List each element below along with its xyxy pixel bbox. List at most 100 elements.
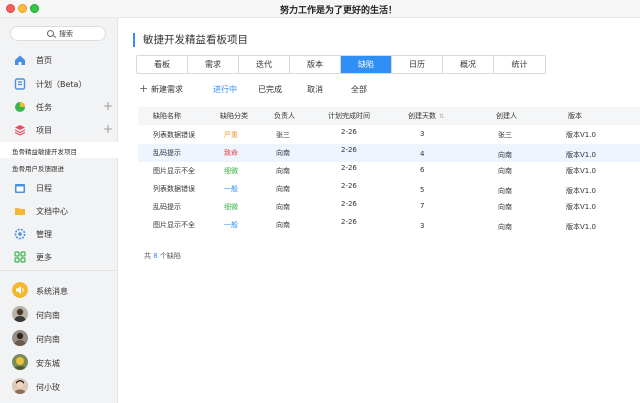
search-label: 搜索 bbox=[59, 30, 73, 38]
defect-owner: 向南 bbox=[276, 167, 290, 175]
plus-icon[interactable]: + bbox=[139, 82, 148, 95]
filter-in-progress[interactable]: 进行中 bbox=[213, 84, 237, 95]
sidebar-item-docs[interactable]: 文档中心 bbox=[0, 202, 118, 220]
tab-kanban[interactable]: 看板 bbox=[137, 56, 188, 73]
contact-name: 安东城 bbox=[36, 359, 60, 368]
defect-owner: 向南 bbox=[276, 203, 290, 211]
sidebar-item-manage[interactable]: 管理 bbox=[0, 225, 118, 243]
table-row[interactable]: 乱码提示 致命 向南 2-26 4 向南 版本V1.0 bbox=[138, 144, 640, 162]
defect-count-prefix: 共 bbox=[144, 252, 151, 260]
defect-version: 版本V1.0 bbox=[566, 187, 596, 195]
tab-calendar[interactable]: 日历 bbox=[392, 56, 443, 73]
contact-name: 何向南 bbox=[36, 311, 60, 320]
contact-item[interactable]: 何向南 bbox=[0, 304, 118, 328]
sidebar-item-label: 日程 bbox=[36, 184, 52, 193]
sidebar-item-project[interactable]: 项目 + bbox=[0, 121, 118, 139]
table-row[interactable]: 图片显示不全 一般 向南 2-26 3 向南 版本V1.0 bbox=[138, 216, 640, 234]
tab-defects[interactable]: 缺陷 bbox=[341, 56, 392, 73]
filter-all[interactable]: 全部 bbox=[351, 84, 367, 95]
sidebar-item-home[interactable]: 首页 bbox=[0, 51, 118, 69]
gear-icon bbox=[14, 228, 26, 240]
contact-item[interactable]: 何小玫 bbox=[0, 376, 118, 400]
defect-days: 6 bbox=[420, 166, 425, 174]
add-task-icon[interactable]: + bbox=[103, 100, 113, 112]
defect-owner: 向南 bbox=[276, 149, 290, 157]
contact-name: 系统消息 bbox=[36, 287, 68, 296]
defect-creator: 向南 bbox=[498, 223, 512, 231]
contact-name: 何小玫 bbox=[36, 383, 60, 392]
sidebar: 搜索 首页 计划（Beta） 任务 + 项目 + 鱼骨精益敏捷开发项目 鱼骨用户… bbox=[0, 18, 118, 403]
sidebar-project-fishbone-agile[interactable]: 鱼骨精益敏捷开发项目 bbox=[0, 142, 118, 158]
tab-iterations[interactable]: 迭代 bbox=[239, 56, 290, 73]
column-header-creator[interactable]: 创建人 bbox=[496, 111, 517, 121]
tab-overview[interactable]: 概况 bbox=[443, 56, 494, 73]
defect-name: 乱码提示 bbox=[153, 203, 181, 211]
defect-days: 4 bbox=[420, 150, 425, 158]
filter-cancelled[interactable]: 取消 bbox=[307, 84, 323, 95]
defect-due: 2-26 bbox=[341, 164, 357, 172]
defect-version: 版本V1.0 bbox=[566, 223, 596, 231]
contact-system-message[interactable]: 系统消息 bbox=[0, 280, 118, 304]
sidebar-item-label: 计划（Beta） bbox=[36, 80, 87, 89]
sidebar-item-task[interactable]: 任务 + bbox=[0, 98, 118, 116]
tab-versions[interactable]: 版本 bbox=[290, 56, 341, 73]
column-header-version[interactable]: 版本 bbox=[568, 111, 582, 121]
defect-name: 乱码提示 bbox=[153, 149, 181, 157]
grid-icon bbox=[14, 251, 26, 263]
new-requirement-button[interactable]: 新建需求 bbox=[151, 84, 183, 95]
avatar bbox=[12, 354, 28, 370]
defect-due: 2-26 bbox=[341, 200, 357, 208]
defect-days: 3 bbox=[420, 130, 425, 138]
defect-creator: 向南 bbox=[498, 187, 512, 195]
avatar bbox=[12, 330, 28, 346]
table-row[interactable]: 列表数据错误 一般 向南 2-26 5 向南 版本V1.0 bbox=[138, 180, 640, 198]
sidebar-item-more[interactable]: 更多 bbox=[0, 248, 118, 266]
column-header-owner[interactable]: 负责人 bbox=[274, 111, 295, 121]
table-row[interactable]: 列表数据错误 严重 张三 2-26 3 张三 版本V1.0 bbox=[138, 126, 640, 144]
avatar bbox=[12, 306, 28, 322]
defect-count-suffix: 个缺陷 bbox=[159, 252, 181, 260]
sidebar-item-plan[interactable]: 计划（Beta） bbox=[0, 75, 118, 93]
defect-category: 一般 bbox=[224, 221, 238, 229]
defect-count: 共 8 个缺陷 bbox=[144, 251, 181, 261]
sidebar-item-label: 项目 bbox=[36, 126, 52, 135]
sort-icon[interactable]: ⇅ bbox=[439, 113, 444, 120]
close-window-button[interactable] bbox=[6, 4, 15, 13]
defect-name: 图片显示不全 bbox=[153, 167, 195, 175]
table-row[interactable]: 图片显示不全 细微 向南 2-26 6 向南 版本V1.0 bbox=[138, 162, 640, 180]
defect-due: 2-26 bbox=[341, 128, 357, 136]
defect-owner: 向南 bbox=[276, 221, 290, 229]
zoom-window-button[interactable] bbox=[30, 4, 39, 13]
filter-completed[interactable]: 已完成 bbox=[258, 84, 282, 95]
tab-statistics[interactable]: 统计 bbox=[494, 56, 545, 73]
sidebar-project-feedback[interactable]: 鱼骨用户反馈跟进 bbox=[0, 159, 118, 175]
add-project-icon[interactable]: + bbox=[103, 123, 113, 135]
defect-category: 细微 bbox=[224, 203, 238, 211]
contact-item[interactable]: 安东城 bbox=[0, 352, 118, 376]
view-tabs: 看板 需求 迭代 版本 缺陷 日历 概况 统计 bbox=[136, 55, 546, 74]
defect-name: 列表数据错误 bbox=[153, 131, 195, 139]
column-header-category[interactable]: 缺陷分类 bbox=[220, 111, 248, 121]
defect-due: 2-26 bbox=[341, 182, 357, 190]
avatar bbox=[12, 378, 28, 394]
defect-name: 图片显示不全 bbox=[153, 221, 195, 229]
column-header-due[interactable]: 计划完成时间 bbox=[328, 111, 370, 121]
contact-item[interactable]: 何向南 bbox=[0, 328, 118, 352]
table-row[interactable]: 乱码提示 细微 向南 2-26 7 向南 版本V1.0 bbox=[138, 198, 640, 216]
sidebar-item-label: 首页 bbox=[36, 56, 52, 65]
search-input[interactable]: 搜索 bbox=[10, 26, 106, 41]
schedule-icon bbox=[15, 184, 25, 193]
defect-count-number: 8 bbox=[153, 252, 158, 260]
defect-due: 2-26 bbox=[341, 146, 357, 154]
contact-name: 何向南 bbox=[36, 335, 60, 344]
defect-due: 2-26 bbox=[341, 218, 357, 226]
column-header-days-label: 创建天数 bbox=[408, 112, 436, 120]
sidebar-item-label: 管理 bbox=[36, 230, 52, 239]
minimize-window-button[interactable] bbox=[18, 4, 27, 13]
column-header-name[interactable]: 缺陷名称 bbox=[153, 111, 181, 121]
defect-creator: 向南 bbox=[498, 203, 512, 211]
column-header-days[interactable]: 创建天数 ⇅ bbox=[408, 111, 444, 121]
sidebar-item-schedule[interactable]: 日程 bbox=[0, 179, 118, 197]
defect-version: 版本V1.0 bbox=[566, 131, 596, 139]
tab-requirements[interactable]: 需求 bbox=[188, 56, 239, 73]
